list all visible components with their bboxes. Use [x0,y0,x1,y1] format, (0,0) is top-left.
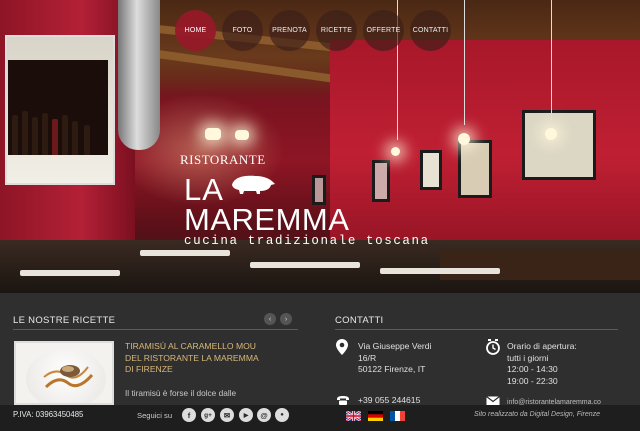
lamp-cord [551,0,552,120]
hours-lunch: 12:00 - 14:30 [507,364,558,374]
main-nav: HOME FOTO PRENOTA RICETTE OFFERTE CONTAT… [175,10,457,51]
clock-icon [486,339,500,355]
recipes-next-button[interactable]: › [280,313,292,325]
address-street: Via Giuseppe Verdi [358,341,432,351]
wine-rack [8,60,108,155]
logo-tagline: cucina tradizionale toscana [184,234,430,248]
recipes-prev-button[interactable]: ‹ [264,313,276,325]
email-icon[interactable]: @ [257,408,271,422]
chevron-right-icon: › [284,315,288,323]
hours-title: Orario di apertura: [507,341,577,351]
table [20,270,120,276]
tripadvisor-icon[interactable]: ✉ [220,408,234,422]
follow-label: Seguici su [137,411,173,420]
recipes-divider [13,329,298,330]
painting [312,175,326,205]
vat-number: P.IVA: 03963450485 [13,410,84,419]
pendant-lamp [458,133,470,145]
table [380,268,500,274]
opening-hours: Orario di apertura: tutti i giorni 12:00… [507,341,577,387]
address-city: 50122 Firenze, IT [358,364,426,374]
youtube-icon[interactable]: ▶ [239,408,253,422]
nav-home[interactable]: HOME [175,10,216,51]
nav-contatti[interactable]: CONTATTI [410,10,451,51]
flag-uk-icon[interactable] [346,411,361,421]
painting [458,140,492,198]
nav-offerte[interactable]: OFFERTE [363,10,404,51]
air-duct [118,0,160,150]
footer [0,405,640,431]
chandelier [205,128,221,140]
boar-icon [232,175,275,194]
nav-foto[interactable]: FOTO [222,10,263,51]
logo-ristorante: RISTORANTE [180,152,266,167]
hours-days: tutti i giorni [507,352,549,363]
hours-dinner: 19:00 - 22:30 [507,375,558,386]
address-number: 16/R [358,352,377,363]
contacts-divider [335,329,618,330]
table [250,262,360,268]
flag-germany-icon[interactable] [368,411,383,421]
google-plus-icon[interactable]: g+ [201,408,215,422]
lamp-cord [464,0,465,125]
flag-france-icon[interactable] [390,411,405,421]
recipe-excerpt: Il tiramisù è forse il dolce dalle [125,388,237,398]
tiramisu-dish [43,365,94,389]
recipes-title: LE NOSTRE RICETTE [13,315,116,326]
site-credit[interactable]: Sito realizzato da Digital Design, Firen… [474,411,600,418]
nav-prenota[interactable]: PRENOTA [269,10,310,51]
nav-ricette[interactable]: RICETTE [316,10,357,51]
bench [440,250,640,280]
restaurant-logo[interactable]: RISTORANTE LA MAREMMA cucina tradizional… [180,152,440,248]
painting [522,110,596,180]
phone-icon [337,396,349,405]
contacts-title: CONTATTI [335,315,384,326]
address: Via Giuseppe Verdi 16/R 50122 Firenze, I… [358,341,431,376]
map-pin-icon [336,339,348,355]
chandelier [235,130,249,140]
logo-maremma: MAREMMA [184,202,350,237]
recipe-title-link[interactable]: TIRAMISÙ AL CARAMELLO MOU DEL RISTORANTE… [125,341,265,376]
facebook-icon[interactable]: f [182,408,196,422]
pendant-lamp [545,128,557,140]
chevron-left-icon: ‹ [268,315,272,323]
table [140,250,230,256]
recipe-thumbnail[interactable] [14,341,114,405]
map-pin-icon[interactable]: ● [275,408,289,422]
